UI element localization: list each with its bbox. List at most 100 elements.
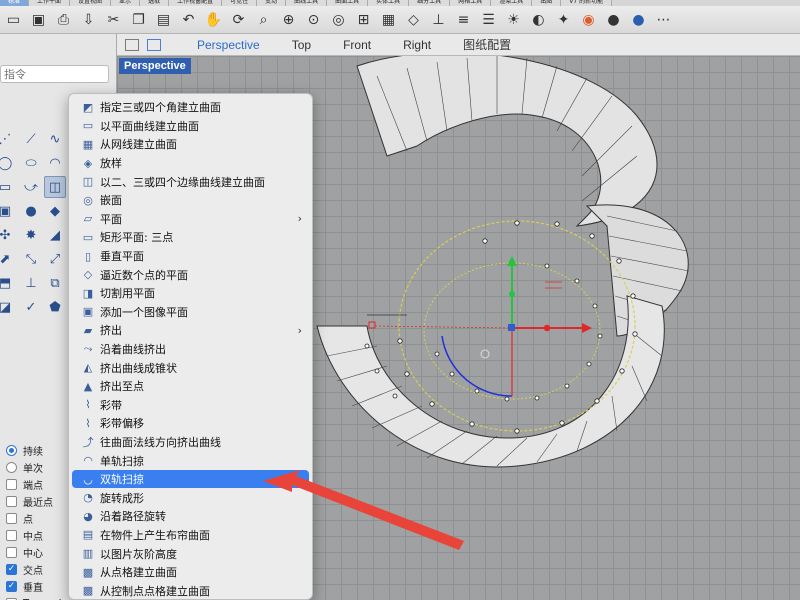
checkbox[interactable]: [6, 478, 17, 490]
osnap-item[interactable]: Tangent: [6, 595, 63, 600]
print-icon[interactable]: ⎙: [52, 8, 75, 31]
more-icon[interactable]: ⋯: [652, 8, 675, 31]
zoom-window-icon[interactable]: ⊕: [277, 8, 300, 31]
tab-3[interactable]: Right: [387, 34, 447, 56]
menu-item[interactable]: ▭ 以平面曲线建立曲面: [69, 117, 312, 136]
file-icon[interactable]: ▭: [2, 8, 25, 31]
save-icon[interactable]: ▣: [27, 8, 50, 31]
zoom-extents-icon[interactable]: ⊙: [302, 8, 325, 31]
copy-icon[interactable]: ❐: [127, 8, 150, 31]
checkbox[interactable]: [6, 529, 17, 541]
menu-item[interactable]: ▯ 垂直平面: [69, 247, 312, 266]
properties-icon[interactable]: ☰: [477, 8, 500, 31]
osnap-item[interactable]: ✓ 垂直: [6, 578, 43, 594]
sphere-tool-icon[interactable]: ●: [20, 200, 42, 222]
render-icon[interactable]: ☀: [502, 8, 525, 31]
dim-tool-icon[interactable]: ⊥: [20, 272, 42, 294]
menu-item[interactable]: ◎ 嵌面: [69, 191, 312, 210]
menu-item[interactable]: ◡ 双轨扫掠: [72, 469, 309, 489]
check-tool-icon[interactable]: ✓: [20, 296, 42, 318]
osnap-item[interactable]: 端点: [6, 476, 43, 492]
zoom-icon[interactable]: ⌕: [252, 8, 275, 31]
menu-item[interactable]: ◩ 指定三或四个角建立曲面: [69, 98, 312, 117]
menu-item[interactable]: ▱ 平面 ›: [69, 210, 312, 229]
fillet-tool-icon[interactable]: ◢: [44, 224, 66, 246]
shaded-sphere-icon[interactable]: ●: [602, 8, 625, 31]
radio-button[interactable]: [6, 461, 17, 473]
point-tool-icon[interactable]: ⋰: [0, 128, 16, 150]
curve-tool-icon[interactable]: ∿: [44, 128, 66, 150]
osnap-item[interactable]: ✓ 交点: [6, 561, 43, 577]
menu-item[interactable]: ▥ 以图片灰阶高度: [69, 544, 312, 563]
explode-tool-icon[interactable]: ✸: [20, 224, 42, 246]
menu-item[interactable]: ◈ 放样: [69, 154, 312, 173]
checkbox[interactable]: ✓: [6, 563, 17, 575]
cut-icon[interactable]: ✂: [102, 8, 125, 31]
menu-item[interactable]: ◔ 旋转成形: [69, 488, 312, 507]
transform-tool-icon[interactable]: ⤡: [20, 248, 42, 270]
checkbox[interactable]: [6, 546, 17, 558]
menu-item[interactable]: ▰ 挤出 ›: [69, 321, 312, 340]
checkbox[interactable]: ✓: [6, 580, 17, 592]
menu-item[interactable]: ⤳ 沿着曲线挤出: [69, 340, 312, 359]
menu-item[interactable]: ▣ 添加一个图像平面: [69, 303, 312, 322]
menu-item[interactable]: ▤ 在物件上产生布帘曲面: [69, 526, 312, 545]
circle-tool-icon[interactable]: ◯: [0, 152, 16, 174]
viewport-label[interactable]: Perspective: [119, 58, 191, 74]
menu-item[interactable]: ⤴ 往曲面法线方向挤出曲线: [69, 433, 312, 452]
four-views-icon[interactable]: ⊞: [352, 8, 375, 31]
menu-item[interactable]: ▲ 挤出至点: [69, 377, 312, 396]
osnap-item[interactable]: 中心: [6, 544, 43, 560]
menu-item[interactable]: ◕ 沿着路径旋转: [69, 507, 312, 526]
osnap-item[interactable]: 最近点: [6, 493, 53, 509]
radio-button[interactable]: [6, 444, 17, 456]
four-viewport-icon[interactable]: [125, 38, 139, 51]
cylinder-tool-icon[interactable]: ⬒: [0, 272, 16, 294]
osnap-item[interactable]: 持续: [6, 442, 43, 458]
mesh-tool-icon[interactable]: ◆: [44, 200, 66, 222]
menu-item[interactable]: ▭ 矩形平面: 三点: [69, 228, 312, 247]
rotate-view-icon[interactable]: ⟳: [227, 8, 250, 31]
tab-1[interactable]: Top: [276, 34, 327, 56]
shape-tool-icon[interactable]: ⬟: [44, 296, 66, 318]
pan-icon[interactable]: ✋: [202, 8, 225, 31]
osnap-item[interactable]: 点: [6, 510, 33, 526]
import-icon[interactable]: ⇩: [77, 8, 100, 31]
zoom-selected-icon[interactable]: ◎: [327, 8, 350, 31]
tab-2[interactable]: Front: [327, 34, 387, 56]
menu-item[interactable]: ▩ 从控制点点格建立曲面: [69, 581, 312, 600]
render-tool-icon[interactable]: ◪: [0, 296, 16, 318]
sphere-icon[interactable]: ●: [627, 8, 650, 31]
arc-tool-icon[interactable]: ◠: [44, 152, 66, 174]
box-tool-icon[interactable]: ▣: [0, 200, 16, 222]
osnap-item[interactable]: 中点: [6, 527, 43, 543]
menu-item[interactable]: ◠ 单轨扫掠: [69, 451, 312, 470]
menu-item[interactable]: ▦ 从网线建立曲面: [69, 135, 312, 154]
menu-item[interactable]: ⌇ 彩带: [69, 396, 312, 415]
menu-item[interactable]: ◨ 切割用平面: [69, 284, 312, 303]
checkbox[interactable]: [6, 512, 17, 524]
tab-0[interactable]: Perspective: [181, 34, 276, 56]
checkbox[interactable]: [6, 495, 17, 507]
grid-icon[interactable]: ▦: [377, 8, 400, 31]
light-icon[interactable]: ✦: [552, 8, 575, 31]
surface-tool-icon[interactable]: ◫: [44, 176, 66, 198]
freeform-tool-icon[interactable]: ⤻: [20, 176, 42, 198]
menu-item[interactable]: ◭ 挤出曲线成锥状: [69, 358, 312, 377]
boolean-tool-icon[interactable]: ✣: [0, 224, 16, 246]
move-tool-icon[interactable]: ⬈: [0, 248, 16, 270]
rectangle-tool-icon[interactable]: ▭: [0, 176, 16, 198]
perspective-icon[interactable]: ◇: [402, 8, 425, 31]
polyline-tool-icon[interactable]: ⟋: [20, 128, 42, 150]
osnap-item[interactable]: 单次: [6, 459, 43, 475]
single-viewport-icon[interactable]: [147, 38, 161, 51]
analyze-tool-icon[interactable]: ⧉: [44, 272, 66, 294]
tab-4[interactable]: 图纸配置: [447, 34, 527, 56]
command-input[interactable]: [0, 65, 109, 83]
menu-item[interactable]: ◫ 以二、三或四个边缘曲线建立曲面: [69, 172, 312, 191]
ortho-icon[interactable]: ⊥: [427, 8, 450, 31]
ellipse-tool-icon[interactable]: ⬭: [20, 152, 42, 174]
material-icon[interactable]: ◐: [527, 8, 550, 31]
color-wheel-icon[interactable]: ◉: [577, 8, 600, 31]
undo-icon[interactable]: ↶: [177, 8, 200, 31]
